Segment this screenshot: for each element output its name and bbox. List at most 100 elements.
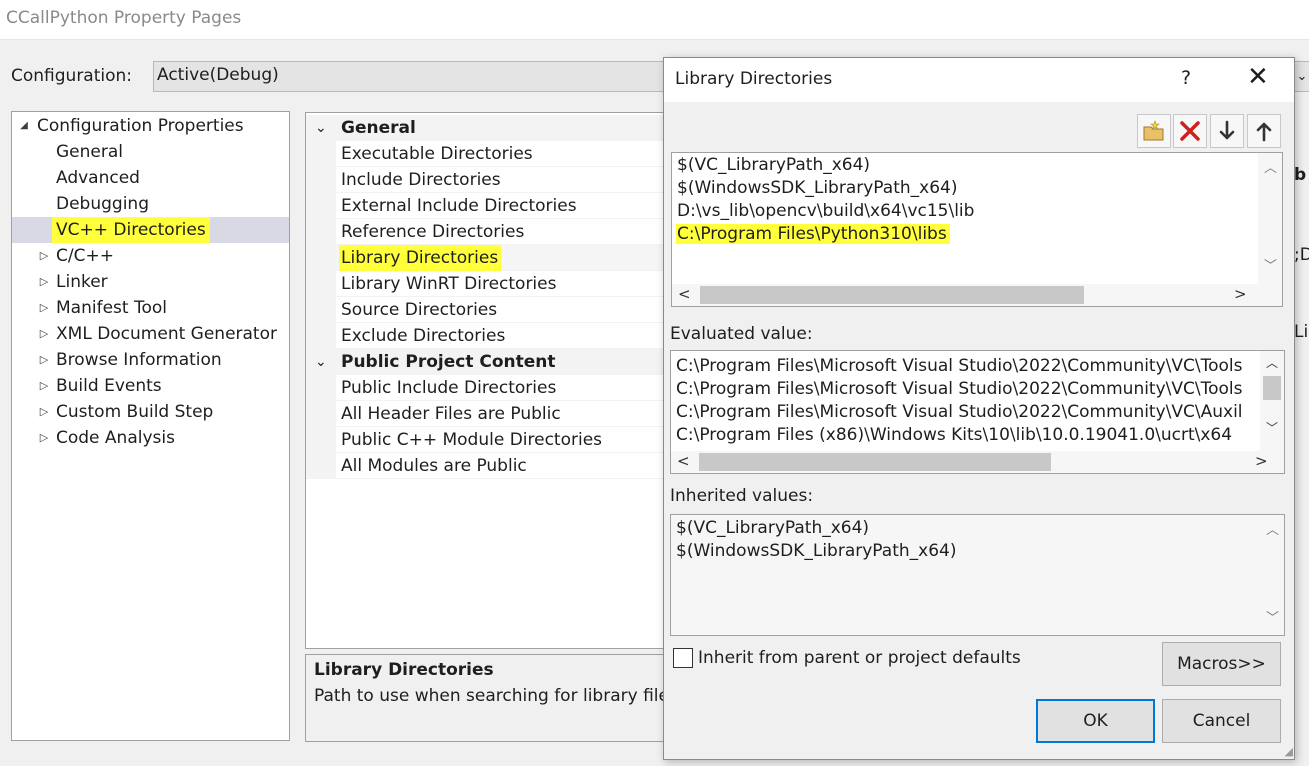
list-item[interactable]: $(VC_LibraryPath_x64) — [677, 155, 870, 175]
vertical-scrollbar[interactable]: ︿ ﹀ — [1260, 515, 1284, 635]
scroll-up-icon[interactable]: ︿ — [1266, 519, 1279, 538]
tree-item-label: Manifest Tool — [56, 298, 167, 318]
collapsed-triangle-icon[interactable]: ▷ — [37, 399, 51, 425]
tree-root[interactable]: ◢ Configuration Properties — [12, 113, 289, 139]
scroll-down-icon[interactable]: ﹀ — [1266, 607, 1279, 626]
close-button[interactable]: ✕ — [1247, 62, 1269, 92]
list-item: C:\Program Files\Microsoft Visual Studio… — [676, 379, 1243, 399]
scrollbar-thumb[interactable] — [700, 286, 1084, 304]
grid-row-public-cpp-module-directories[interactable]: Public C++ Module Directories — [306, 427, 670, 453]
scrollbar-thumb[interactable] — [1263, 376, 1281, 400]
property-tree[interactable]: ◢ Configuration Properties General Advan… — [11, 111, 290, 741]
grid-row-library-directories[interactable]: Library Directories — [306, 245, 670, 271]
grid-row-label: Executable Directories — [341, 144, 533, 164]
grid-row-all-modules-public[interactable]: All Modules are Public — [306, 453, 670, 479]
move-down-button[interactable] — [1210, 114, 1244, 148]
scroll-up-icon[interactable]: ︿ — [1266, 354, 1278, 371]
tree-item-general[interactable]: General — [12, 139, 289, 165]
grid-row-label: External Include Directories — [341, 196, 577, 216]
tree-item-advanced[interactable]: Advanced — [12, 165, 289, 191]
collapsed-triangle-icon[interactable]: ▷ — [37, 243, 51, 269]
directories-edit-list[interactable]: $(VC_LibraryPath_x64) $(WindowsSDK_Libra… — [671, 152, 1283, 307]
scrollbar-thumb[interactable] — [699, 453, 1051, 471]
macros-button[interactable]: Macros>> — [1162, 642, 1281, 686]
grid-category-public-project-content[interactable]: ⌄ Public Project Content — [306, 349, 670, 375]
move-up-button[interactable] — [1247, 114, 1281, 148]
library-directories-dialog: Library Directories ? ✕ $(VC_LibraryPath… — [663, 57, 1295, 760]
grid-row-all-header-files-public[interactable]: All Header Files are Public — [306, 401, 670, 427]
horizontal-scrollbar[interactable]: < > — [672, 284, 1282, 306]
grid-row-label: Public Include Directories — [341, 378, 557, 398]
tree-item-c-cpp[interactable]: ▷ C/C++ — [12, 243, 289, 269]
grid-row-exclude-directories[interactable]: Exclude Directories — [306, 323, 670, 349]
collapsed-triangle-icon[interactable]: ▷ — [37, 373, 51, 399]
window-title: CCallPython Property Pages — [6, 8, 242, 28]
tree-item-debugging[interactable]: Debugging — [12, 191, 289, 217]
scroll-down-icon[interactable]: ﹀ — [1266, 419, 1278, 436]
grid-row-reference-directories[interactable]: Reference Directories — [306, 219, 670, 245]
tree-item-browse-information[interactable]: ▷ Browse Information — [12, 347, 289, 373]
configuration-dropdown[interactable]: Active(Debug) — [153, 61, 665, 92]
list-item: $(WindowsSDK_LibraryPath_x64) — [676, 541, 957, 561]
inherited-values-list[interactable]: $(VC_LibraryPath_x64) $(WindowsSDK_Libra… — [670, 514, 1285, 636]
collapsed-triangle-icon[interactable]: ▷ — [37, 425, 51, 451]
tree-item-xml-document-generator[interactable]: ▷ XML Document Generator — [12, 321, 289, 347]
horizontal-scrollbar[interactable]: < > — [671, 451, 1284, 473]
description-title: Library Directories — [314, 660, 494, 680]
scroll-right-icon[interactable]: > — [1234, 285, 1247, 303]
ok-button[interactable]: OK — [1036, 699, 1155, 743]
collapsed-triangle-icon[interactable]: ▷ — [37, 269, 51, 295]
scroll-right-icon[interactable]: > — [1255, 452, 1268, 470]
grid-row-public-include-directories[interactable]: Public Include Directories — [306, 375, 670, 401]
grid-row-label: Library Directories — [339, 245, 502, 271]
grid-row-executable-directories[interactable]: Executable Directories — [306, 141, 670, 167]
chevron-down-icon[interactable]: ⌄ — [315, 115, 327, 141]
platform-dropdown[interactable]: ⌄ — [1294, 61, 1309, 92]
grid-row-label: Library WinRT Directories — [341, 274, 557, 294]
evaluated-values-list[interactable]: C:\Program Files\Microsoft Visual Studio… — [670, 350, 1285, 474]
tree-item-label: Advanced — [56, 168, 140, 188]
tree-item-label: General — [56, 142, 123, 162]
scroll-left-icon[interactable]: < — [678, 285, 691, 303]
tree-item-manifest-tool[interactable]: ▷ Manifest Tool — [12, 295, 289, 321]
folder-new-icon — [1143, 120, 1164, 141]
tree-item-label: Build Events — [56, 376, 162, 396]
collapsed-triangle-icon[interactable]: ▷ — [37, 295, 51, 321]
grid-row-library-winrt-directories[interactable]: Library WinRT Directories — [306, 271, 670, 297]
expanded-triangle-icon[interactable]: ◢ — [17, 113, 31, 139]
new-line-button[interactable] — [1137, 114, 1171, 148]
vertical-scrollbar[interactable]: ︿ ﹀ — [1258, 153, 1282, 284]
tree-item-vc-directories[interactable]: VC++ Directories — [12, 217, 289, 243]
evaluated-value-label: Evaluated value: — [670, 324, 813, 344]
help-button[interactable]: ? — [1181, 67, 1191, 89]
tree-item-linker[interactable]: ▷ Linker — [12, 269, 289, 295]
resize-grip-icon[interactable]: ◢ — [1285, 745, 1293, 758]
collapsed-triangle-icon[interactable]: ▷ — [37, 321, 51, 347]
delete-line-button[interactable] — [1173, 114, 1207, 148]
grid-row-include-directories[interactable]: Include Directories — [306, 167, 670, 193]
scroll-left-icon[interactable]: < — [677, 452, 690, 470]
list-item[interactable]: C:\Program Files\Python310\libs — [676, 224, 950, 244]
window-titlebar: CCallPython Property Pages — [0, 0, 1309, 40]
tree-item-label: Browse Information — [56, 350, 222, 370]
grid-category-general[interactable]: ⌄ General — [306, 115, 670, 141]
tree-item-code-analysis[interactable]: ▷ Code Analysis — [12, 425, 289, 451]
property-grid[interactable]: ⌄ General Executable Directories Include… — [305, 112, 670, 649]
grid-row-source-directories[interactable]: Source Directories — [306, 297, 670, 323]
inherit-checkbox-label[interactable]: Inherit from parent or project defaults — [698, 648, 1021, 668]
tree-item-label: C/C++ — [56, 246, 114, 266]
list-item[interactable]: $(WindowsSDK_LibraryPath_x64) — [677, 178, 957, 198]
grid-row-label: All Header Files are Public — [341, 404, 561, 424]
cancel-button[interactable]: Cancel — [1162, 699, 1281, 743]
collapsed-triangle-icon[interactable]: ▷ — [37, 347, 51, 373]
chevron-down-icon[interactable]: ⌄ — [315, 349, 327, 375]
clipped-text-fragment: b — [1294, 165, 1307, 185]
grid-row-external-include-directories[interactable]: External Include Directories — [306, 193, 670, 219]
inherit-checkbox[interactable] — [673, 648, 693, 668]
scroll-down-icon[interactable]: ﹀ — [1264, 255, 1277, 274]
vertical-scrollbar[interactable]: ︿ ﹀ — [1260, 351, 1284, 451]
scroll-up-icon[interactable]: ︿ — [1264, 157, 1277, 176]
list-item[interactable]: D:\vs_lib\opencv\build\x64\vc15\lib — [677, 201, 974, 221]
tree-item-build-events[interactable]: ▷ Build Events — [12, 373, 289, 399]
tree-item-custom-build-step[interactable]: ▷ Custom Build Step — [12, 399, 289, 425]
